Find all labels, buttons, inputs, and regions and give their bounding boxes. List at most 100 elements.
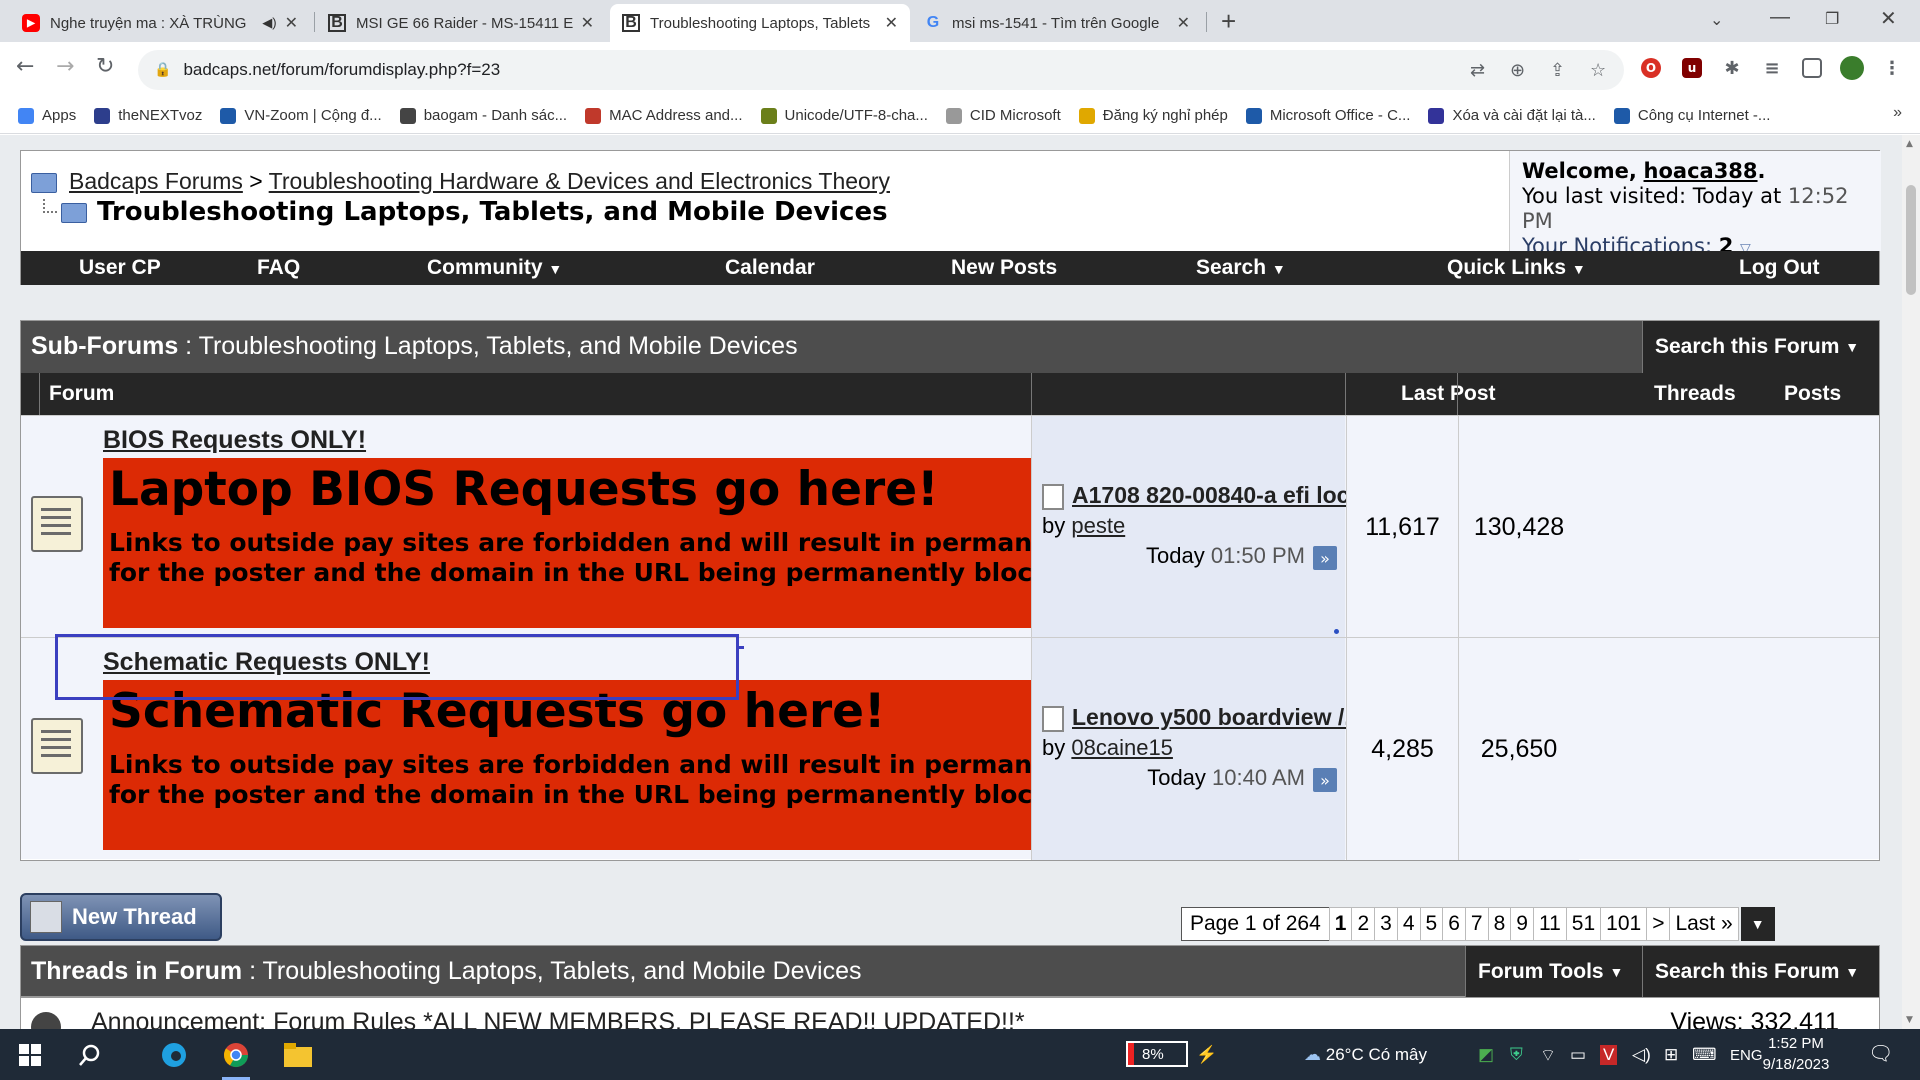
keyboard-icon[interactable]: ⌨	[1692, 1045, 1717, 1065]
bookmark-vnzoom[interactable]: VN-Zoom | Cộng đ...	[220, 107, 382, 124]
last-post-user-link[interactable]: 08caine15	[1071, 735, 1173, 760]
col-posts[interactable]: Posts	[1784, 382, 1841, 406]
close-icon[interactable]: ✕	[885, 13, 898, 33]
last-post-user-link[interactable]: peste	[1071, 513, 1125, 538]
nav-quick-links[interactable]: Quick Links ▼	[1447, 256, 1586, 280]
scrollbar-thumb[interactable]	[1906, 185, 1916, 295]
lock-icon[interactable]: 🔒	[154, 62, 171, 78]
chrome-icon[interactable]	[222, 1041, 250, 1069]
page-link[interactable]: 5	[1419, 907, 1444, 941]
extensions-icon[interactable]: ✱	[1722, 58, 1742, 79]
vietkey-icon[interactable]: V	[1600, 1045, 1618, 1065]
reload-button[interactable]: ↻	[96, 54, 114, 79]
page-link[interactable]: 7	[1464, 907, 1489, 941]
col-threads[interactable]: Threads	[1654, 382, 1736, 406]
forum-tools-button[interactable]: Forum Tools ▼	[1465, 946, 1642, 998]
go-to-last-post-icon[interactable]: »	[1313, 768, 1337, 792]
bookmark-thenextvoz[interactable]: theNEXTvoz	[94, 107, 202, 124]
page-link[interactable]: 9	[1510, 907, 1534, 941]
tab-youtube[interactable]: ▶ Nghe truyện ma : XÀ TRÙNG ◀) ✕	[10, 4, 310, 42]
page-jump-dropdown[interactable]: ▼	[1740, 907, 1775, 941]
search-this-forum-button[interactable]: Search this Forum ▼	[1642, 321, 1879, 373]
nav-search[interactable]: Search ▼	[1196, 256, 1286, 280]
page-link[interactable]: 3	[1374, 907, 1398, 941]
system-clock[interactable]: 1:52 PM 9/18/2023	[1756, 1033, 1836, 1075]
nav-user-cp[interactable]: User CP	[79, 256, 161, 280]
close-window-button[interactable]: ✕	[1880, 6, 1897, 31]
tab-troubleshooting[interactable]: B Troubleshooting Laptops, Tablets ✕	[610, 4, 910, 42]
restore-button[interactable]: ❐	[1825, 9, 1839, 29]
battery-tray-icon[interactable]: ▭	[1570, 1045, 1586, 1065]
close-icon[interactable]: ✕	[285, 13, 298, 33]
next-page-link[interactable]: >	[1646, 907, 1671, 941]
page-link[interactable]: 4	[1396, 907, 1421, 941]
page-link[interactable]: 8	[1487, 907, 1512, 941]
breadcrumb-parent-link[interactable]: Troubleshooting Hardware & Devices and E…	[269, 168, 890, 194]
menu-icon[interactable]: ⋮	[1882, 58, 1902, 79]
reading-list-icon[interactable]: ≡	[1762, 58, 1782, 79]
minimize-button[interactable]: —	[1770, 6, 1790, 29]
nav-calendar[interactable]: Calendar	[725, 256, 815, 280]
bookmark-mac-address[interactable]: MAC Address and...	[585, 107, 743, 124]
search-icon[interactable]	[76, 1041, 104, 1069]
bookmark-xoa-cai-dat[interactable]: Xóa và cài đặt lại tà...	[1428, 107, 1596, 124]
zoom-icon[interactable]: ⊕	[1510, 60, 1525, 81]
bookmark-cid-microsoft[interactable]: CID Microsoft	[945, 107, 1061, 124]
battery-indicator[interactable]: 8%	[1126, 1041, 1188, 1067]
bookmark-dang-ky[interactable]: Đăng ký nghỉ phép	[1078, 107, 1228, 124]
new-tab-button[interactable]: +	[1221, 6, 1236, 37]
scroll-down-arrow[interactable]: ▼	[1906, 1015, 1913, 1025]
tab-search-icon[interactable]: ⌄	[1710, 10, 1723, 30]
forum-title-link[interactable]: BIOS Requests ONLY!	[103, 426, 366, 455]
announcement-link[interactable]: Announcement: Forum Rules *ALL NEW MEMBE…	[91, 1008, 1025, 1029]
page-scrollbar[interactable]: ▲ ▼	[1902, 135, 1920, 1029]
ublock-icon[interactable]: u	[1682, 58, 1702, 78]
bookmark-baogam[interactable]: baogam - Danh sác...	[399, 107, 567, 124]
last-post-title-link[interactable]: Lenovo y500 boardview /...	[1072, 704, 1363, 731]
page-link[interactable]: 51	[1565, 907, 1602, 941]
nav-community[interactable]: Community ▼	[427, 256, 562, 280]
bookmark-star-icon[interactable]: ☆	[1590, 60, 1606, 81]
go-to-last-post-icon[interactable]: »	[1313, 546, 1337, 570]
share-icon[interactable]: ⇪	[1550, 60, 1565, 81]
shield-icon[interactable]: ⛨	[1510, 1045, 1523, 1065]
col-last-post[interactable]: Last Post	[1401, 382, 1496, 406]
translate-icon[interactable]: ⇄	[1470, 60, 1485, 81]
windows-start-icon[interactable]	[16, 1041, 44, 1069]
page-link-current[interactable]: 1	[1328, 907, 1353, 941]
tab-google[interactable]: G msi ms-1541 - Tìm trên Google ✕	[912, 4, 1202, 42]
tab-msi[interactable]: B MSI GE 66 Raider - MS-15411 EC ✕	[316, 4, 606, 42]
bookmark-apps[interactable]: Apps	[18, 107, 76, 124]
scroll-up-arrow[interactable]: ▲	[1906, 139, 1913, 149]
page-link[interactable]: 2	[1351, 907, 1376, 941]
audio-icon[interactable]: ◀)	[262, 15, 276, 31]
close-icon[interactable]: ✕	[1177, 13, 1190, 33]
last-page-link[interactable]: Last »	[1669, 907, 1739, 941]
side-panel-icon[interactable]	[1802, 58, 1822, 78]
bookmark-unicode[interactable]: Unicode/UTF-8-cha...	[760, 107, 928, 124]
bookmarks-overflow-icon[interactable]: »	[1893, 104, 1902, 122]
last-post-title-link[interactable]: A1708 820-00840-a efi lock	[1072, 482, 1362, 509]
search-this-forum-button[interactable]: Search this Forum ▼	[1642, 946, 1879, 998]
nav-new-posts[interactable]: New Posts	[951, 256, 1057, 280]
bookmark-ms-office[interactable]: Microsoft Office - C...	[1245, 107, 1410, 124]
volume-icon[interactable]: ◁)	[1632, 1045, 1651, 1065]
nav-log-out[interactable]: Log Out	[1739, 256, 1819, 280]
tray-app-icon[interactable]: ◩	[1478, 1045, 1494, 1065]
new-thread-button[interactable]: New Thread	[20, 893, 222, 941]
page-link[interactable]: 6	[1442, 907, 1466, 941]
page-link[interactable]: 11	[1532, 907, 1567, 941]
opera-ext-icon[interactable]: O	[1641, 58, 1661, 78]
url-text[interactable]: badcaps.net/forum/forumdisplay.php?f=23	[183, 60, 500, 80]
back-button[interactable]: ←	[16, 54, 34, 79]
nav-faq[interactable]: FAQ	[257, 256, 300, 280]
page-link[interactable]: 101	[1600, 907, 1648, 941]
forward-button[interactable]: →	[56, 54, 74, 79]
weather-widget[interactable]: ☁ 26°C Có mây	[1304, 1045, 1427, 1065]
username-link[interactable]: hoaca388	[1644, 159, 1758, 183]
close-icon[interactable]: ✕	[581, 13, 594, 33]
notification-center-icon[interactable]: 🗨	[1868, 1041, 1893, 1066]
bookmark-cong-cu[interactable]: Công cụ Internet -...	[1613, 107, 1770, 124]
wifi-icon[interactable]: ⌔	[1540, 1045, 1556, 1066]
breadcrumb-root-link[interactable]: Badcaps Forums	[69, 168, 243, 194]
